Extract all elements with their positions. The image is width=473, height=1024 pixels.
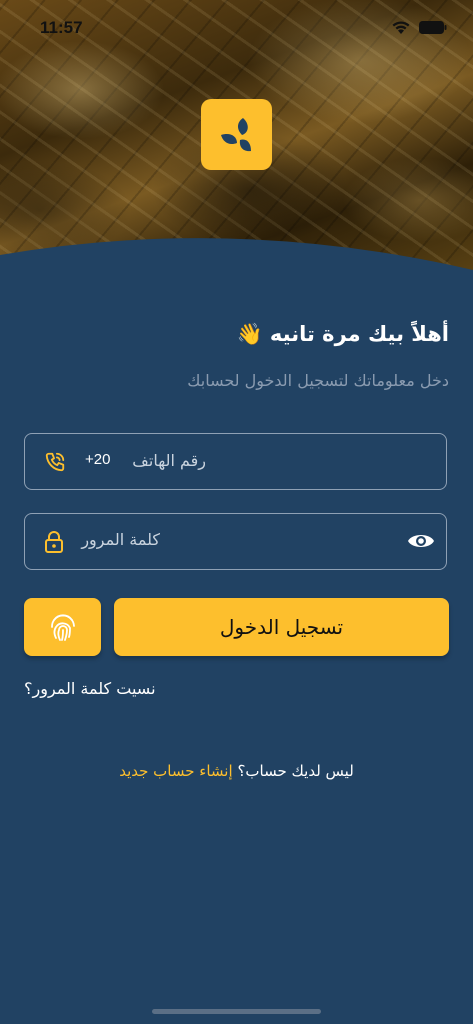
- fingerprint-button[interactable]: [24, 598, 101, 656]
- login-button[interactable]: تسجيل الدخول: [114, 598, 449, 656]
- signup-row: ليس لديك حساب؟ إنشاء حساب جديد: [0, 762, 473, 780]
- password-input[interactable]: كلمة المرور: [24, 513, 447, 570]
- welcome-subtitle: دخل معلوماتك لتسجيل الدخول لحسابك: [187, 371, 449, 390]
- fingerprint-icon: [50, 614, 75, 641]
- phone-input[interactable]: رقم الهاتف +20: [24, 433, 447, 490]
- welcome-title: أهلاً بيك مرة تانيه 👋: [236, 322, 449, 346]
- wifi-icon: [392, 21, 410, 34]
- forgot-password-link[interactable]: نسيت كلمة المرور؟: [24, 679, 156, 698]
- country-code[interactable]: +20: [85, 451, 110, 468]
- signup-prompt: ليس لديك حساب؟: [237, 762, 354, 780]
- status-bar: 11:57: [0, 0, 473, 60]
- hero-curve: [0, 238, 473, 280]
- phone-call-icon: [45, 452, 65, 472]
- status-icons: [391, 20, 447, 35]
- status-time: 11:57: [40, 18, 83, 37]
- leaf-logo-icon: [220, 117, 251, 151]
- home-indicator[interactable]: [152, 1009, 321, 1014]
- lock-icon: [45, 531, 63, 553]
- password-placeholder: كلمة المرور: [81, 530, 160, 549]
- eye-icon[interactable]: [407, 531, 435, 551]
- create-account-link[interactable]: إنشاء حساب جديد: [119, 762, 232, 780]
- app-logo: [201, 99, 272, 170]
- phone-placeholder: رقم الهاتف: [132, 451, 206, 470]
- battery-icon: [419, 21, 447, 34]
